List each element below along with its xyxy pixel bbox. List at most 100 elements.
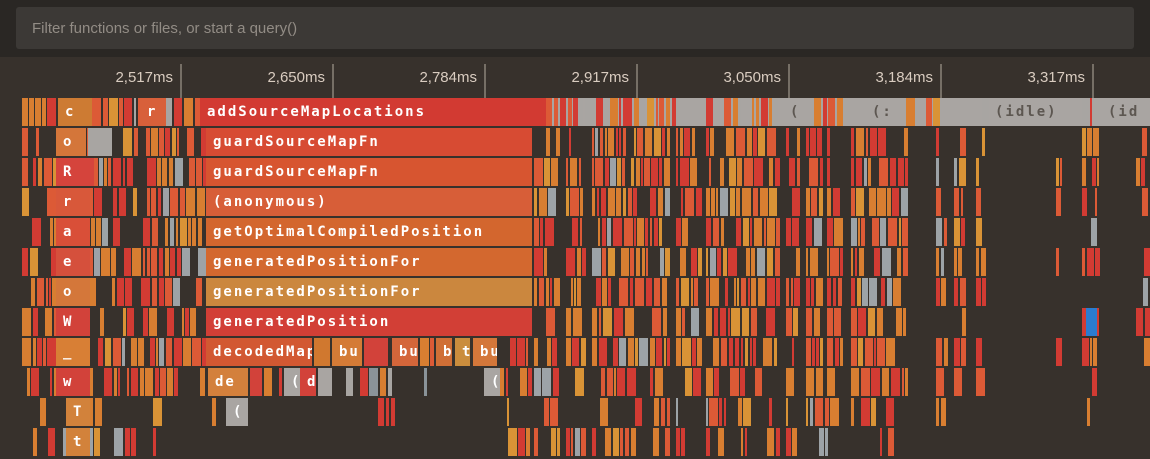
stripe-frame[interactable]	[547, 338, 551, 366]
stripe-frame[interactable]	[369, 368, 378, 396]
stripe-frame[interactable]	[98, 338, 103, 366]
stripe-frame[interactable]	[691, 308, 699, 336]
stripe-frame[interactable]	[621, 248, 629, 276]
stripe-frame[interactable]	[764, 218, 766, 246]
stripe-frame[interactable]	[663, 308, 667, 336]
stripe-frame[interactable]	[709, 398, 718, 426]
stripe-frame[interactable]	[566, 158, 568, 186]
stripe-frame[interactable]	[597, 188, 599, 216]
stripe-frame[interactable]	[378, 398, 384, 426]
stripe-frame[interactable]	[623, 98, 632, 126]
stripe-frame[interactable]	[736, 218, 741, 246]
frame-block[interactable]: b	[436, 338, 452, 366]
stripe-frame[interactable]	[197, 188, 205, 216]
stripe-frame[interactable]	[706, 368, 713, 396]
stripe-frame[interactable]	[750, 218, 752, 246]
stripe-frame[interactable]	[976, 338, 982, 366]
stripe-frame[interactable]	[880, 428, 882, 456]
stripe-frame[interactable]	[851, 188, 855, 216]
stripe-frame[interactable]	[630, 248, 634, 276]
stripe-frame[interactable]	[1082, 158, 1086, 186]
stripe-frame[interactable]	[127, 308, 134, 336]
stripe-frame[interactable]	[936, 278, 940, 306]
stripe-frame[interactable]	[756, 98, 759, 126]
stripe-frame[interactable]	[890, 158, 896, 186]
stripe-frame[interactable]	[786, 398, 788, 426]
stripe-frame[interactable]	[165, 218, 168, 246]
stripe-frame[interactable]	[645, 128, 652, 156]
stripe-frame[interactable]	[165, 128, 170, 156]
frame-block[interactable]: (anonymous)	[206, 188, 532, 216]
stripe-frame[interactable]	[169, 158, 173, 186]
stripe-frame[interactable]	[608, 188, 615, 216]
stripe-frame[interactable]	[748, 278, 750, 306]
stripe-frame[interactable]	[145, 368, 153, 396]
stripe-frame[interactable]	[851, 248, 853, 276]
frame-segment[interactable]	[212, 398, 216, 426]
stripe-frame[interactable]	[192, 338, 201, 366]
stripe-frame[interactable]	[820, 158, 823, 186]
stripe-frame[interactable]	[745, 428, 747, 456]
stripe-frame[interactable]	[119, 98, 123, 126]
stripe-frame[interactable]	[508, 428, 517, 456]
stripe-frame[interactable]	[182, 308, 184, 336]
stripe-frame[interactable]	[776, 218, 780, 246]
stripe-frame[interactable]	[858, 308, 866, 336]
stripe-frame[interactable]	[619, 128, 621, 156]
stripe-frame[interactable]	[569, 128, 571, 156]
stripe-frame[interactable]	[864, 158, 867, 186]
stripe-frame[interactable]	[22, 248, 28, 276]
stripe-frame[interactable]	[22, 98, 28, 126]
stripe-frame[interactable]	[982, 98, 989, 126]
stripe-frame[interactable]	[50, 368, 52, 396]
frame-block[interactable]: R	[56, 158, 94, 186]
stripe-frame[interactable]	[151, 248, 157, 276]
stripe-frame[interactable]	[898, 158, 904, 186]
stripe-frame[interactable]	[736, 188, 740, 216]
stripe-frame[interactable]	[595, 128, 598, 156]
stripe-frame[interactable]	[566, 188, 569, 216]
stripe-frame[interactable]	[747, 128, 752, 156]
stripe-frame[interactable]	[635, 338, 638, 366]
stripe-frame[interactable]	[592, 338, 597, 366]
stripe-frame[interactable]	[104, 368, 112, 396]
stripe-frame[interactable]	[592, 188, 595, 216]
stripe-frame[interactable]	[613, 218, 622, 246]
stripe-frame[interactable]	[528, 368, 532, 396]
stripe-frame[interactable]	[1056, 158, 1059, 186]
stripe-frame[interactable]	[728, 248, 737, 276]
stripe-frame[interactable]	[887, 188, 891, 216]
stripe-frame[interactable]	[794, 278, 800, 306]
stripe-frame[interactable]	[90, 188, 93, 216]
stripe-frame[interactable]	[180, 218, 187, 246]
stripe-frame[interactable]	[147, 188, 150, 216]
stripe-frame[interactable]	[654, 218, 658, 246]
stripe-frame[interactable]	[793, 308, 798, 336]
stripe-frame[interactable]	[1093, 128, 1099, 156]
stripe-frame[interactable]	[100, 308, 104, 336]
stripe-frame[interactable]	[710, 128, 714, 156]
stripe-frame[interactable]	[185, 308, 189, 336]
stripe-frame[interactable]	[40, 398, 46, 426]
stripe-frame[interactable]	[737, 158, 742, 186]
frame-block[interactable]: c	[58, 98, 92, 126]
stripe-frame[interactable]	[640, 98, 645, 126]
stripe-frame[interactable]	[177, 128, 179, 156]
stripe-frame[interactable]	[33, 428, 37, 456]
stripe-frame[interactable]	[758, 278, 765, 306]
stripe-frame[interactable]	[577, 278, 581, 306]
stripe-frame[interactable]	[810, 398, 813, 426]
stripe-frame[interactable]	[1095, 188, 1097, 216]
stripe-frame[interactable]	[746, 248, 750, 276]
stripe-frame[interactable]	[388, 368, 392, 396]
stripe-frame[interactable]	[726, 128, 734, 156]
stripe-frame[interactable]	[693, 368, 701, 396]
stripe-frame[interactable]	[614, 308, 623, 336]
stripe-frame[interactable]	[117, 278, 124, 306]
stripe-frame[interactable]	[592, 308, 597, 336]
frame-block[interactable]: t	[455, 338, 470, 366]
stripe-frame[interactable]	[816, 278, 823, 306]
stripe-frame[interactable]	[143, 308, 148, 336]
stripe-frame[interactable]	[882, 368, 889, 396]
stripe-frame[interactable]	[961, 218, 965, 246]
